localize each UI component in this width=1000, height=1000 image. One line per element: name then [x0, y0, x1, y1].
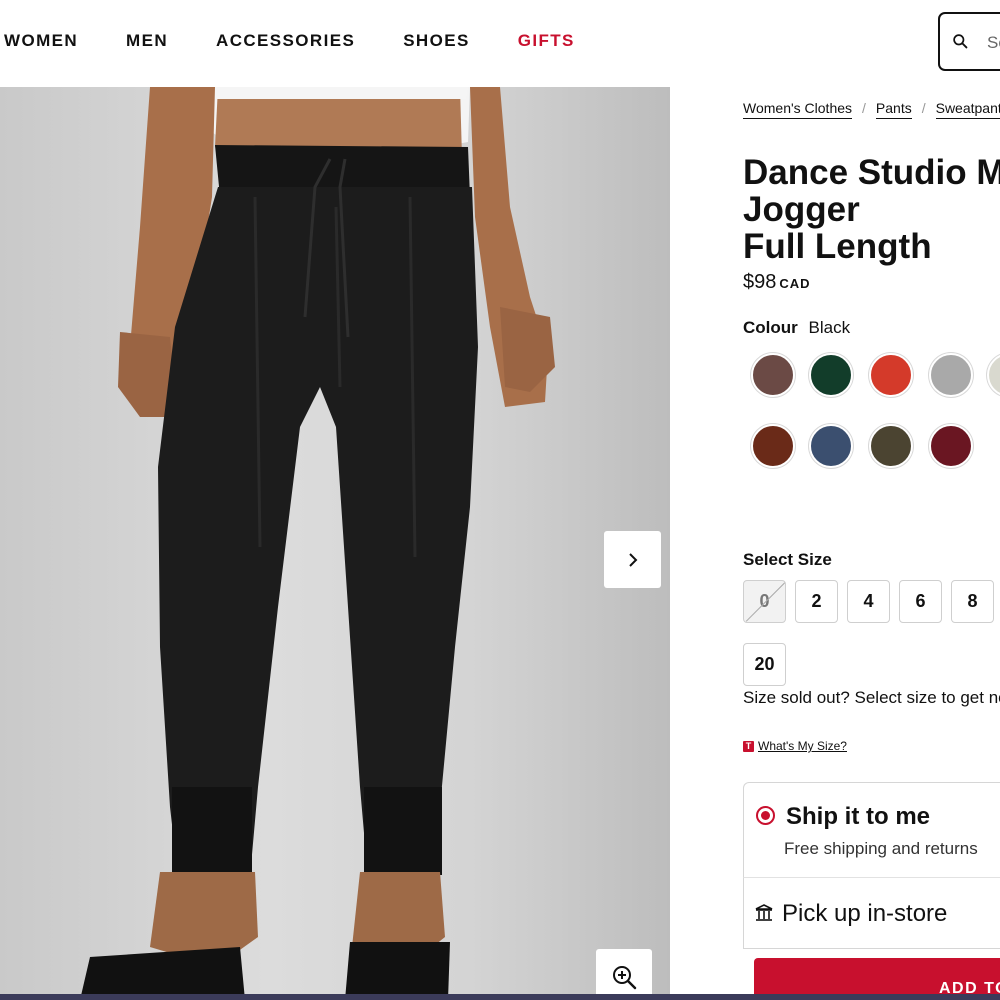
chevron-right-icon [628, 552, 637, 567]
nav-item-gifts[interactable]: GIFTS [518, 31, 575, 51]
nav-item-shoes[interactable]: SHOES [403, 31, 470, 51]
breadcrumb-item-sweatpants[interactable]: Sweatpants [935, 100, 1000, 119]
zoom-button[interactable] [596, 949, 652, 1000]
price-currency: CAD [779, 276, 811, 291]
colour-swatch[interactable] [869, 424, 913, 468]
nav-item-men[interactable]: MEN [126, 31, 168, 51]
size-option-4[interactable]: 4 [847, 580, 890, 623]
search-placeholder: Search [987, 33, 1000, 52]
whats-my-size[interactable]: T What's My Size? [743, 739, 847, 753]
breadcrumb-separator: / [921, 100, 926, 116]
size-sold-out-text: Size sold out? Select size to get notifi… [743, 688, 1000, 707]
selected-colour: Black [808, 318, 851, 337]
site-header: WOMEN MEN ACCESSORIES SHOES GIFTS Search [0, 0, 1000, 86]
search-icon [953, 34, 968, 49]
product-page: WOMEN MEN ACCESSORIES SHOES GIFTS Search [0, 0, 1000, 1000]
product-image[interactable] [0, 87, 670, 1000]
product-price: $98 CAD [743, 271, 811, 294]
colour-swatch[interactable] [987, 353, 1000, 397]
breadcrumb-separator: / [862, 100, 866, 116]
store-icon [755, 904, 773, 921]
colour-swatch[interactable] [751, 424, 795, 468]
colour-selector-label: Colour Black [743, 318, 850, 338]
ship-title: Ship it to me [786, 803, 930, 830]
size-option-20[interactable]: 20 [743, 643, 786, 686]
colour-label: Colour [743, 318, 798, 337]
product-photo [80, 87, 555, 1000]
breadcrumb-item-pants[interactable]: Pants [875, 100, 912, 119]
price-amount: $98 [743, 271, 777, 293]
breadcrumb-item-womens-clothes[interactable]: Women's Clothes [743, 100, 853, 119]
size-option-0[interactable]: 0 [743, 580, 786, 623]
product-title-line: Jogger [743, 190, 860, 229]
select-size-label: Select Size [743, 550, 832, 569]
size-option-6[interactable]: 6 [899, 580, 942, 623]
colour-swatch[interactable] [929, 424, 973, 468]
size-guide-icon: T [743, 740, 754, 752]
pickup-title: Pick up in-store [782, 900, 948, 927]
search-input[interactable]: Search [938, 12, 1000, 71]
product-title-line: Full Length [743, 227, 932, 266]
size-option-2[interactable]: 2 [795, 580, 838, 623]
ship-it-to-me-option[interactable]: Ship it to me Free shipping and returns [743, 782, 1000, 878]
nav-item-women[interactable]: WOMEN [4, 31, 78, 51]
whats-my-size-link[interactable]: What's My Size? [758, 739, 847, 753]
colour-swatch[interactable] [929, 353, 973, 397]
ship-subtitle: Free shipping and returns [784, 839, 978, 858]
colour-swatch[interactable] [869, 353, 913, 397]
nav-item-accessories[interactable]: ACCESSORIES [216, 31, 355, 51]
main-nav: WOMEN MEN ACCESSORIES SHOES GIFTS [0, 31, 623, 51]
bottom-bar [0, 994, 1000, 1000]
product-title-line: Dance Studio Mid-Rise [743, 153, 1000, 192]
zoom-in-icon [613, 966, 637, 990]
colour-swatch[interactable] [751, 353, 795, 397]
breadcrumb: Women's Clothes / Pants / Sweatpants [743, 100, 1000, 119]
product-title: Dance Studio Mid-Rise Jogger Full Length [743, 154, 1000, 265]
size-option-8[interactable]: 8 [951, 580, 994, 623]
next-image-button[interactable] [604, 531, 661, 588]
colour-swatch[interactable] [809, 353, 853, 397]
radio-selected-icon[interactable] [756, 806, 775, 825]
pick-up-in-store-option[interactable]: Pick up in-store [743, 877, 1000, 949]
colour-swatch[interactable] [809, 424, 853, 468]
